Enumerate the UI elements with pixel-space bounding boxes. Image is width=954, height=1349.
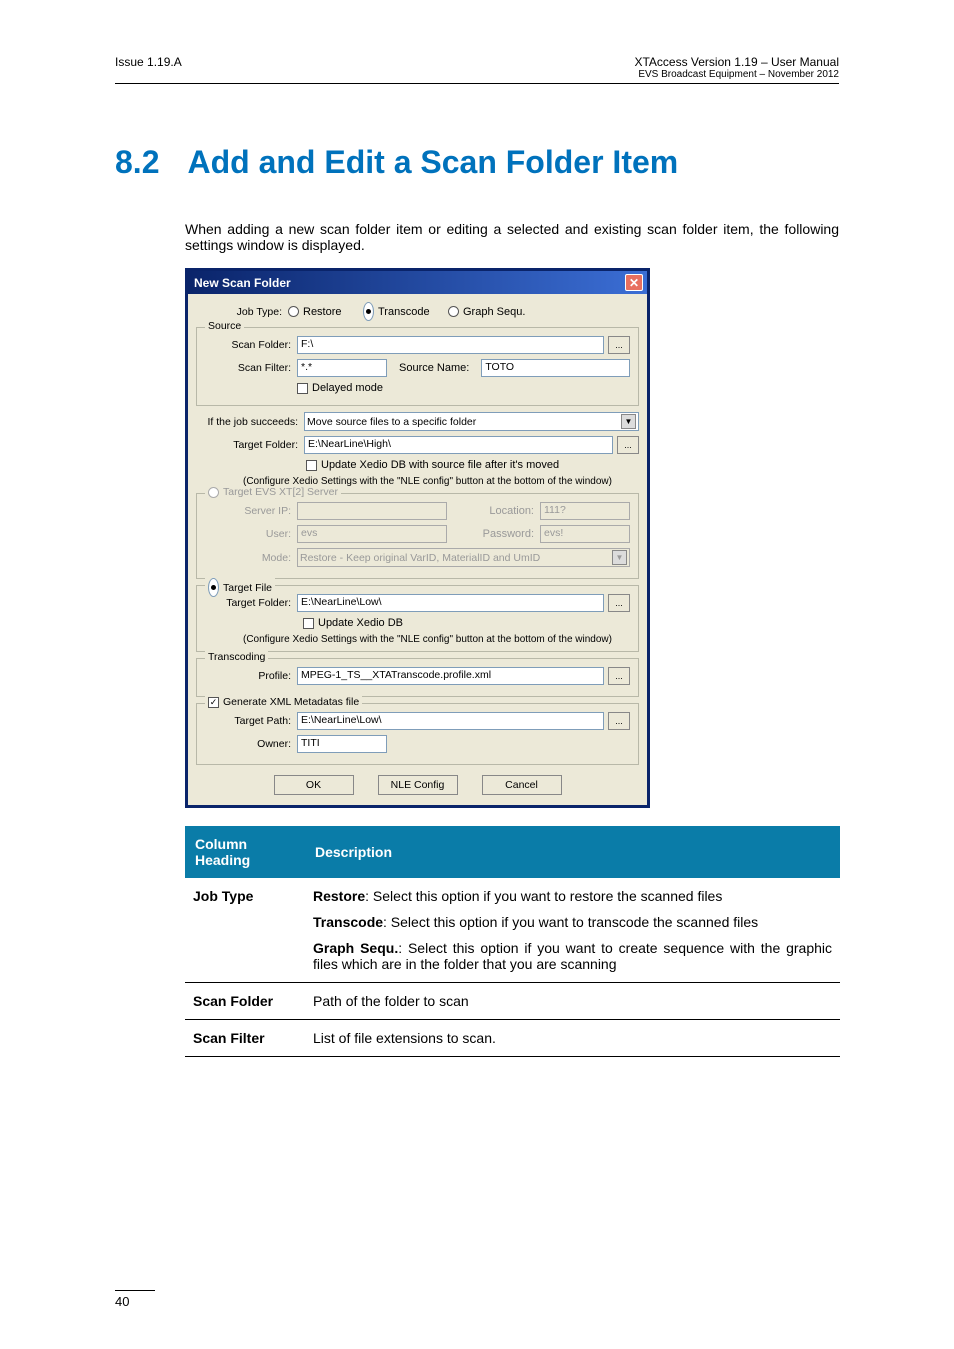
server-ip-input xyxy=(297,502,447,520)
page: Issue 1.19.A XTAccess Version 1.19 – Use… xyxy=(0,0,954,1349)
graphsequ-radio[interactable] xyxy=(448,306,459,317)
profile-input[interactable]: MPEG-1_TS__XTATranscode.profile.xml xyxy=(297,667,604,685)
transcode-radio-label: Transcode xyxy=(378,306,448,318)
cancel-button[interactable]: Cancel xyxy=(482,775,562,795)
close-icon[interactable]: ✕ xyxy=(625,274,643,291)
delayed-mode-checkbox[interactable] xyxy=(297,383,308,394)
table-cell-description: List of file extensions to scan. xyxy=(305,1020,840,1057)
metadata-legend: ✓ Generate XML Metadatas file xyxy=(205,696,362,708)
chevron-down-icon: ▼ xyxy=(621,414,636,429)
target-path-label: Target Path: xyxy=(205,715,297,727)
target-path-input[interactable]: E:\NearLine\Low\ xyxy=(297,712,604,730)
if-succeeds-label: If the job succeeds: xyxy=(196,416,304,428)
table-cell-description: Path of the folder to scan xyxy=(305,983,840,1020)
table-cell-heading: Scan Folder xyxy=(185,983,305,1020)
dialog-title: New Scan Folder xyxy=(194,276,291,290)
company-text: EVS Broadcast Equipment – November 2012 xyxy=(634,69,839,80)
description-table: Column Heading Description Job TypeResto… xyxy=(185,826,840,1057)
table-row: Scan FilterList of file extensions to sc… xyxy=(185,1020,840,1057)
table-head-col1: Column Heading xyxy=(185,826,305,878)
issue-text: Issue 1.19.A xyxy=(115,55,182,80)
chevron-down-icon: ▼ xyxy=(612,550,627,565)
nle-config-button[interactable]: NLE Config xyxy=(378,775,458,795)
target-file-radio[interactable] xyxy=(208,578,219,597)
table-cell-heading: Job Type xyxy=(185,878,305,983)
section-title-text: Add and Edit a Scan Folder Item xyxy=(187,144,678,180)
delayed-mode-label: Delayed mode xyxy=(312,382,383,394)
tf-target-folder-browse-button[interactable]: ... xyxy=(608,594,630,612)
graphsequ-radio-label: Graph Sequ. xyxy=(463,306,525,318)
transcoding-legend: Transcoding xyxy=(205,651,268,663)
location-input: 111? xyxy=(540,502,630,520)
target-file-fieldset: Target File Target Folder: E:\NearLine\L… xyxy=(196,585,639,652)
job-type-label: Job Type: xyxy=(196,306,288,318)
location-label: Location: xyxy=(489,505,540,517)
update-xedio-moved-checkbox[interactable] xyxy=(306,460,317,471)
source-fieldset: Source Scan Folder: F:\ ... Scan Filter:… xyxy=(196,327,639,406)
section-heading: 8.2 Add and Edit a Scan Folder Item xyxy=(115,144,839,181)
product-text: XTAccess Version 1.19 – User Manual xyxy=(634,55,839,69)
target-xt-fieldset: Target EVS XT[2] Server Server IP: Locat… xyxy=(196,493,639,579)
page-number: 40 xyxy=(115,1290,155,1309)
scan-folder-label: Scan Folder: xyxy=(205,339,297,351)
table-row: Job TypeRestore: Select this option if y… xyxy=(185,878,840,983)
dialog-titlebar: New Scan Folder ✕ xyxy=(188,271,647,294)
section-number: 8.2 xyxy=(115,144,159,180)
update-xedio-db-label: Update Xedio DB xyxy=(318,617,403,629)
transcoding-fieldset: Transcoding Profile: MPEG-1_TS__XTATrans… xyxy=(196,658,639,697)
scan-filter-input[interactable]: *.* xyxy=(297,359,387,377)
if-succeeds-select[interactable]: Move source files to a specific folder ▼ xyxy=(304,412,639,431)
page-header: Issue 1.19.A XTAccess Version 1.19 – Use… xyxy=(115,55,839,84)
table-cell-heading: Scan Filter xyxy=(185,1020,305,1057)
password-input: evs! xyxy=(540,525,630,543)
password-label: Password: xyxy=(483,528,540,540)
scan-folder-input[interactable]: F:\ xyxy=(297,336,604,354)
profile-label: Profile: xyxy=(205,670,297,682)
intro-paragraph: When adding a new scan folder item or ed… xyxy=(185,221,839,253)
generate-xml-checkbox[interactable]: ✓ xyxy=(208,697,219,708)
update-xedio-moved-label: Update Xedio DB with source file after i… xyxy=(321,459,559,471)
source-legend: Source xyxy=(205,320,244,332)
ok-button[interactable]: OK xyxy=(274,775,354,795)
metadata-fieldset: ✓ Generate XML Metadatas file Target Pat… xyxy=(196,703,639,765)
owner-label: Owner: xyxy=(205,738,297,750)
target-file-legend: Target File xyxy=(205,578,275,597)
target-xt-radio xyxy=(208,487,219,498)
user-label: User: xyxy=(205,528,297,540)
succeed-target-folder-input[interactable]: E:\NearLine\High\ xyxy=(304,436,613,454)
mode-label: Mode: xyxy=(205,552,297,564)
new-scan-folder-dialog: New Scan Folder ✕ Job Type: Restore Tran… xyxy=(185,268,650,808)
target-xt-legend: Target EVS XT[2] Server xyxy=(205,486,341,498)
table-head-col2: Description xyxy=(305,826,840,878)
restore-radio[interactable] xyxy=(288,306,299,317)
restore-radio-label: Restore xyxy=(303,306,363,318)
server-ip-label: Server IP: xyxy=(205,505,297,517)
table-cell-description: Restore: Select this option if you want … xyxy=(305,878,840,983)
tf-target-folder-label: Target Folder: xyxy=(205,597,297,609)
source-name-label: Source Name: xyxy=(399,362,475,374)
scan-filter-label: Scan Filter: xyxy=(205,362,297,374)
mode-select: Restore - Keep original VarID, MaterialI… xyxy=(297,548,630,567)
user-input: evs xyxy=(297,525,447,543)
transcode-radio[interactable] xyxy=(363,302,374,321)
tf-target-folder-input[interactable]: E:\NearLine\Low\ xyxy=(297,594,604,612)
profile-browse-button[interactable]: ... xyxy=(608,667,630,685)
target-path-browse-button[interactable]: ... xyxy=(608,712,630,730)
if-succeeds-value: Move source files to a specific folder xyxy=(307,416,476,428)
update-xedio-db-checkbox[interactable] xyxy=(303,618,314,629)
scan-folder-browse-button[interactable]: ... xyxy=(608,336,630,354)
owner-input[interactable]: TITI xyxy=(297,735,387,753)
tf-note: (Configure Xedio Settings with the "NLE … xyxy=(225,634,630,645)
table-row: Scan FolderPath of the folder to scan xyxy=(185,983,840,1020)
succeed-target-folder-browse-button[interactable]: ... xyxy=(617,436,639,454)
source-name-input[interactable]: TOTO xyxy=(481,359,630,377)
succeed-target-folder-label: Target Folder: xyxy=(196,439,304,451)
